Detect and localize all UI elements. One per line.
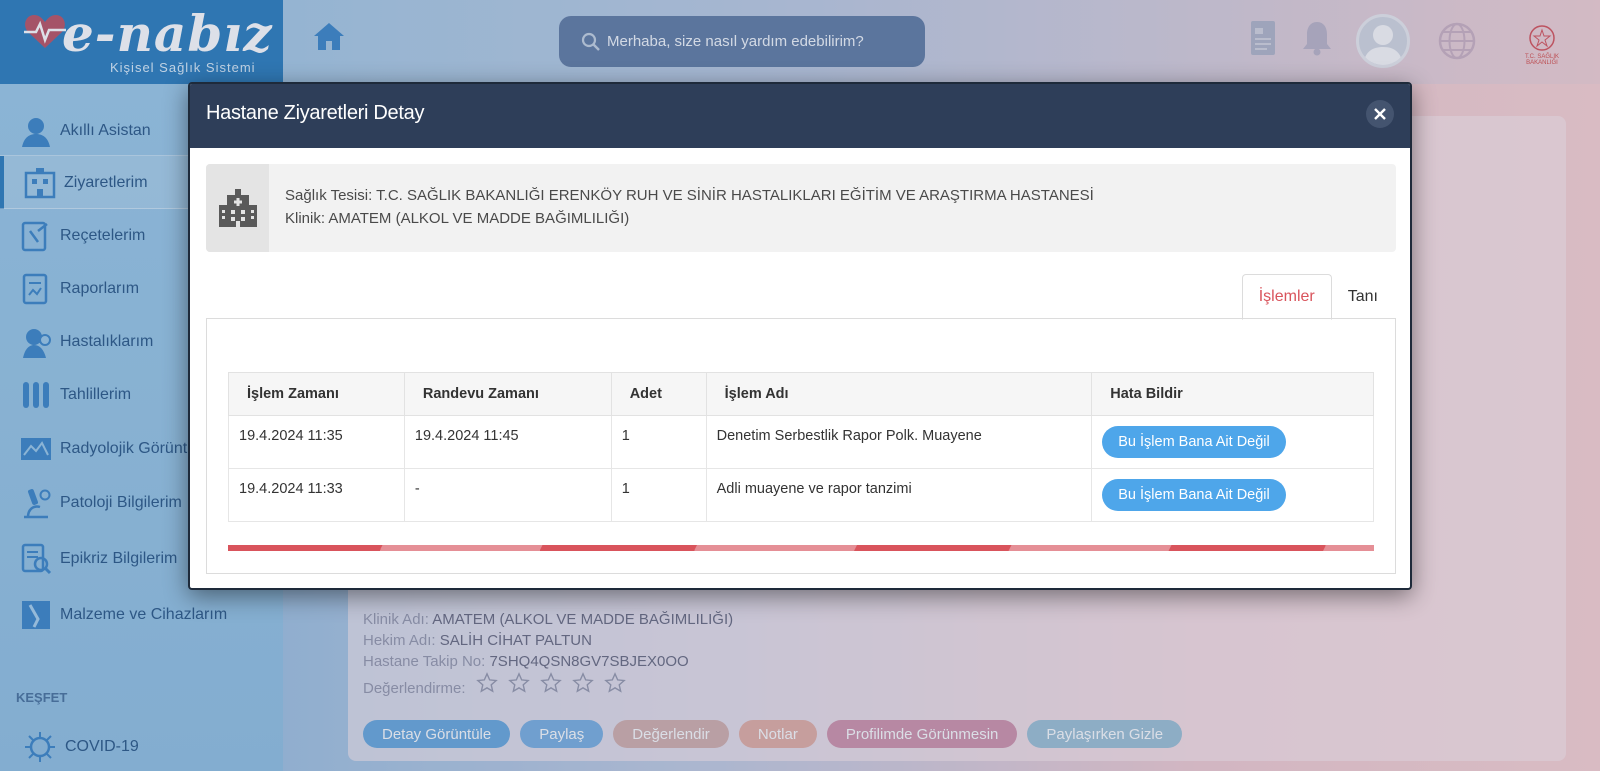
appointment-time: - [403,468,612,522]
close-button[interactable] [1366,100,1394,128]
operation-time: 19.4.2024 11:33 [228,468,405,522]
operation-name: Adli muayene ve rapor tanzimi [705,468,1093,522]
report-error-cell: Bu İşlem Bana Ait Değil [1091,468,1374,522]
operation-name: Denetim Serbestlik Rapor Polk. Muayene [705,415,1093,469]
column-header: Adet [610,372,707,416]
facility-name: Sağlık Tesisi: T.C. SAĞLIK BAKANLIĞI ERE… [285,187,1094,204]
quantity: 1 [610,415,707,469]
detail-tabs: İşlemler Tanı [1241,274,1394,320]
column-header: İşlem Adı [705,372,1093,416]
table-row: 19.4.2024 11:33 - 1 Adli muayene ve rapo… [228,468,1374,522]
column-header: Randevu Zamanı [403,372,612,416]
report-error-cell: Bu İşlem Bana Ait Değil [1091,415,1374,469]
hospital-icon [218,189,257,227]
column-header: Hata Bildir [1091,372,1374,416]
tab-operations[interactable]: İşlemler [1241,274,1332,320]
operation-time: 19.4.2024 11:35 [228,415,405,469]
table-header-row: İşlem Zamanı Randevu Zamanı Adet İşlem A… [228,372,1374,416]
facility-icon-box [206,164,269,252]
modal-header: Hastane Ziyaretleri Detay [190,84,1410,148]
column-header: İşlem Zamanı [228,372,405,416]
modal-title: Hastane Ziyaretleri Detay [206,102,425,124]
clinic-name: Klinik: AMATEM (ALKOL VE MADDE BAĞIMLILI… [285,210,630,227]
appointment-time: 19.4.2024 11:45 [403,415,612,469]
operations-panel: İşlem Zamanı Randevu Zamanı Adet İşlem A… [206,318,1396,574]
table-row: 19.4.2024 11:35 19.4.2024 11:45 1 Deneti… [228,415,1374,469]
operations-table: İşlem Zamanı Randevu Zamanı Adet İşlem A… [228,372,1374,522]
quantity: 1 [610,468,707,522]
facility-info: Sağlık Tesisi: T.C. SAĞLIK BAKANLIĞI ERE… [206,164,1396,252]
visit-detail-modal: Hastane Ziyaretleri Detay Sağlık Tesisi:… [188,82,1412,590]
loading-progress-fill [228,545,1374,551]
close-icon [1374,108,1386,120]
tab-diagnosis[interactable]: Tanı [1332,274,1394,320]
not-my-operation-button[interactable]: Bu İşlem Bana Ait Değil [1102,479,1286,511]
not-my-operation-button[interactable]: Bu İşlem Bana Ait Değil [1102,426,1286,458]
loading-progress-bar [228,545,1374,551]
